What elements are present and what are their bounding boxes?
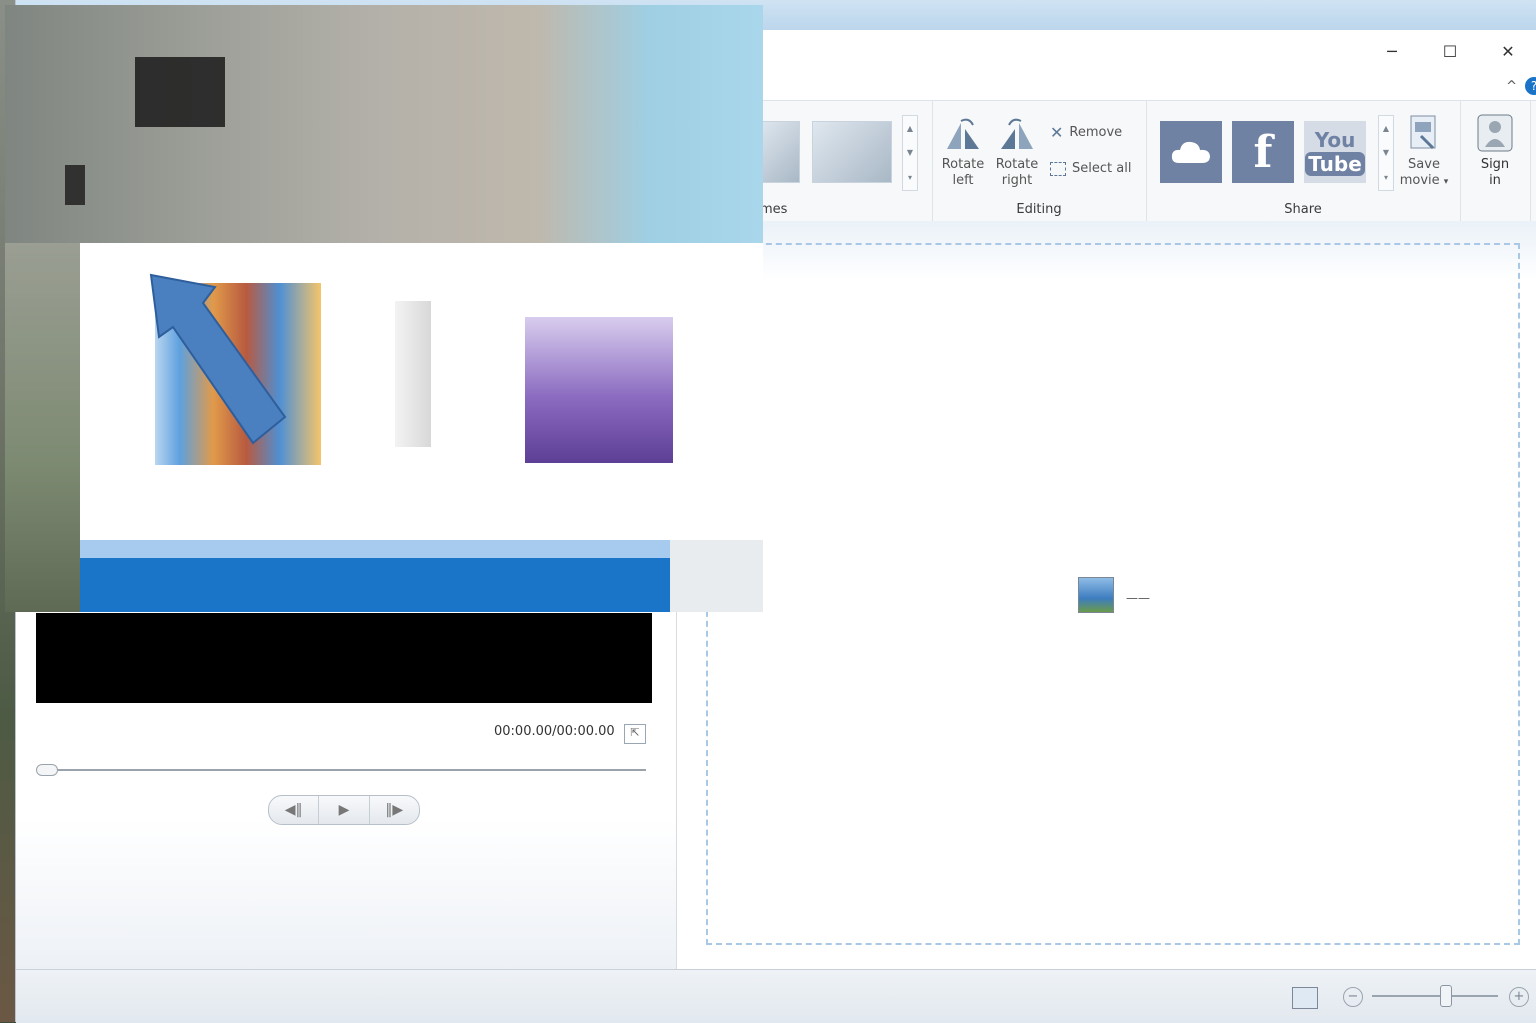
remove-icon: ✕ (1050, 123, 1064, 142)
rotate-left-label-2: left (952, 173, 974, 188)
time-display: 00:00.00/00:00.00 (494, 724, 615, 739)
editing-group-label: Editing (1016, 202, 1062, 217)
youtube-button[interactable]: You Tube (1304, 121, 1366, 183)
overlay-right-block (670, 540, 763, 612)
chevron-down-icon: ▾ (1443, 177, 1449, 187)
overlay-blurred-header (5, 5, 763, 243)
share-gallery-scroll[interactable]: ▲ ▼ ▾ (1378, 115, 1394, 191)
previous-frame-button[interactable]: ◀‖ (269, 796, 320, 824)
scroll-up-icon[interactable]: ▲ (1383, 124, 1389, 133)
zoom-slider-track[interactable] (1372, 995, 1498, 997)
scroll-down-icon[interactable]: ▼ (907, 148, 913, 157)
select-all-icon (1050, 161, 1066, 176)
ribbon-controls: ^ ? (1506, 74, 1536, 98)
help-icon[interactable]: ? (1525, 77, 1536, 95)
sign-in-label-2: in (1489, 173, 1501, 188)
scroll-down-icon[interactable]: ▼ (1383, 148, 1389, 157)
themes-group: ▲ ▼ ▾ mes (756, 101, 933, 221)
add-media-icon[interactable] (1078, 577, 1114, 613)
facebook-button[interactable]: f (1232, 121, 1294, 183)
theme-thumbnail[interactable] (758, 121, 800, 183)
user-icon (1473, 113, 1517, 153)
save-disk-icon[interactable] (525, 317, 673, 463)
scroll-up-icon[interactable]: ▲ (907, 124, 913, 133)
youtube-icon-top: You (1314, 128, 1356, 152)
separator-icon (395, 301, 431, 447)
remove-label: Remove (1069, 125, 1123, 140)
save-movie-label-2: movie ▾ (1399, 173, 1449, 188)
sign-in-label-1: Sign (1480, 157, 1510, 172)
themes-group-label: mes (760, 202, 788, 217)
select-all-button[interactable]: Select all (1050, 161, 1131, 176)
close-button[interactable]: ✕ (1479, 33, 1536, 69)
select-all-label: Select all (1072, 161, 1132, 176)
youtube-icon-bottom: Tube (1305, 152, 1365, 176)
editing-group: Rotate left Rotate right ✕ Remove Select… (932, 101, 1147, 221)
gallery-expand-icon[interactable]: ▾ (908, 173, 912, 182)
onedrive-button[interactable] (1160, 121, 1222, 183)
minimize-button[interactable]: ─ (1363, 33, 1421, 69)
storyboard-pane[interactable]: —— (692, 221, 1536, 969)
overlay-light-bar (80, 540, 670, 558)
rotate-right-label-1: Rotate (995, 157, 1039, 172)
sign-in-button[interactable]: Sign in (1470, 113, 1520, 189)
zoom-slider-thumb[interactable] (1440, 985, 1453, 1007)
rotate-right-icon (995, 113, 1039, 153)
remove-button[interactable]: ✕ Remove (1050, 123, 1122, 142)
fullscreen-button[interactable]: ⇱ (624, 724, 646, 744)
seek-track[interactable] (38, 769, 646, 771)
save-movie-label-1: Save (1408, 157, 1440, 172)
seek-slider-thumb[interactable] (36, 764, 58, 776)
rotate-left-button[interactable]: Rotate left (940, 113, 986, 189)
facebook-icon: f (1253, 126, 1273, 178)
overlay-left-strip (5, 243, 80, 612)
zoom-in-button[interactable]: + (1509, 987, 1529, 1007)
save-movie-icon (1402, 113, 1446, 153)
video-preview (36, 613, 652, 703)
storyboard-placeholder-dash: —— (1126, 591, 1150, 605)
themes-gallery-scroll[interactable]: ▲ ▼ ▾ (902, 115, 918, 191)
pointer-arrow-icon (149, 273, 287, 445)
zoomed-overlay (5, 5, 763, 612)
overlay-blue-bar (80, 558, 670, 612)
play-button[interactable]: ▶ (319, 796, 370, 824)
rotate-right-button[interactable]: Rotate right (994, 113, 1040, 189)
status-bar: − + (16, 969, 1536, 1023)
next-frame-button[interactable]: ‖▶ (370, 796, 419, 824)
thumbnail-size-icon[interactable] (1292, 987, 1318, 1009)
rotate-right-label-2: right (1001, 173, 1033, 188)
maximize-button[interactable]: ☐ (1421, 33, 1479, 69)
share-group-label: Share (1284, 202, 1322, 217)
cloud-icon (1171, 141, 1210, 163)
gallery-expand-icon[interactable]: ▾ (1384, 173, 1388, 182)
rotate-left-label-1: Rotate (941, 157, 985, 172)
sign-in-group: Sign in (1460, 101, 1531, 221)
save-movie-button[interactable]: Save movie ▾ (1398, 113, 1450, 190)
window-controls: ─ ☐ ✕ (1363, 33, 1536, 69)
zoom-out-button[interactable]: − (1343, 987, 1363, 1007)
collapse-ribbon-button[interactable]: ^ (1506, 79, 1517, 94)
rotate-left-icon (941, 113, 985, 153)
theme-thumbnail[interactable] (812, 121, 892, 183)
share-group: f You Tube ▲ ▼ ▾ Save movie ▾ Share (1146, 101, 1461, 221)
transport-controls: ◀‖ ▶ ‖▶ (268, 795, 420, 825)
